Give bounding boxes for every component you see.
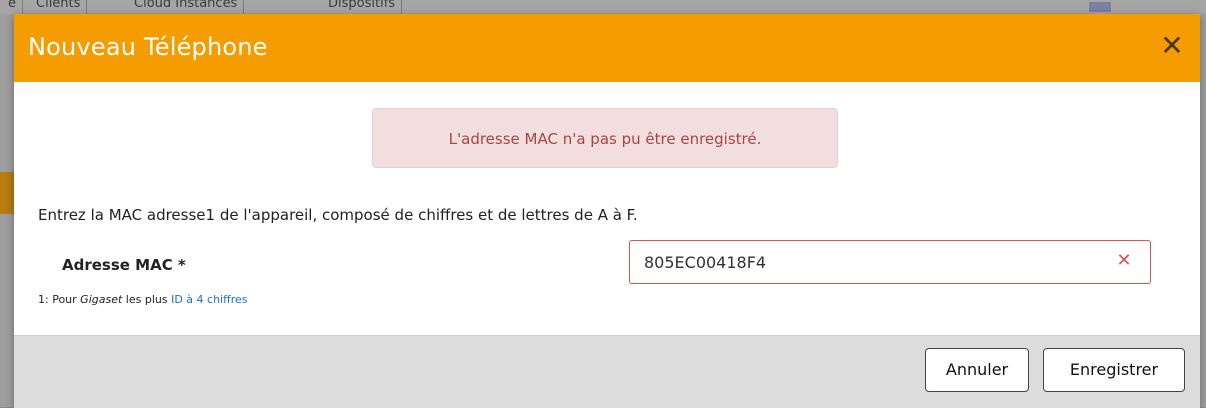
save-button[interactable]: Enregistrer <box>1043 348 1185 392</box>
dialog-header: Nouveau Téléphone ✕ <box>14 14 1200 82</box>
footnote: 1: Pour Gigaset les plus ID à 4 chiffres <box>38 293 247 306</box>
footnote-prefix: 1: Pour <box>38 293 81 306</box>
background-tab: e <box>2 0 23 14</box>
footnote-brand: Gigaset <box>80 293 123 306</box>
dialog-title: Nouveau Téléphone <box>28 33 268 61</box>
new-phone-dialog: Nouveau Téléphone ✕ L'adresse MAC n'a pa… <box>14 14 1200 408</box>
error-alert: L'adresse MAC n'a pas pu être enregistré… <box>372 108 838 168</box>
background-right-strip <box>1200 14 1206 407</box>
background-tab-dispositifs: Dispositifs <box>322 0 403 14</box>
clear-x-icon[interactable]: ✕ <box>1116 250 1132 272</box>
close-icon[interactable]: ✕ <box>1160 31 1184 61</box>
flag-icon <box>1089 2 1111 12</box>
mac-address-input[interactable] <box>630 241 1114 283</box>
instructions-text: Entrez la MAC adresse1 de l'appareil, co… <box>38 206 638 224</box>
mac-address-label: Adresse MAC * <box>62 256 186 274</box>
footnote-link[interactable]: ID à 4 chiffres <box>171 293 247 306</box>
cancel-button[interactable]: Annuler <box>925 348 1029 392</box>
dialog-footer: Annuler Enregistrer <box>14 335 1200 408</box>
background-tab-bar: e Clients Cloud Instances Dispositifs <box>0 0 1206 15</box>
footnote-middle: les plus <box>122 293 172 306</box>
background-accent <box>0 172 14 214</box>
background-left-strip <box>0 14 14 407</box>
background-tab-cloud-instances: Cloud Instances <box>128 0 245 14</box>
background-tab-clients: Clients <box>30 0 88 14</box>
mac-address-field: ✕ <box>629 240 1151 284</box>
